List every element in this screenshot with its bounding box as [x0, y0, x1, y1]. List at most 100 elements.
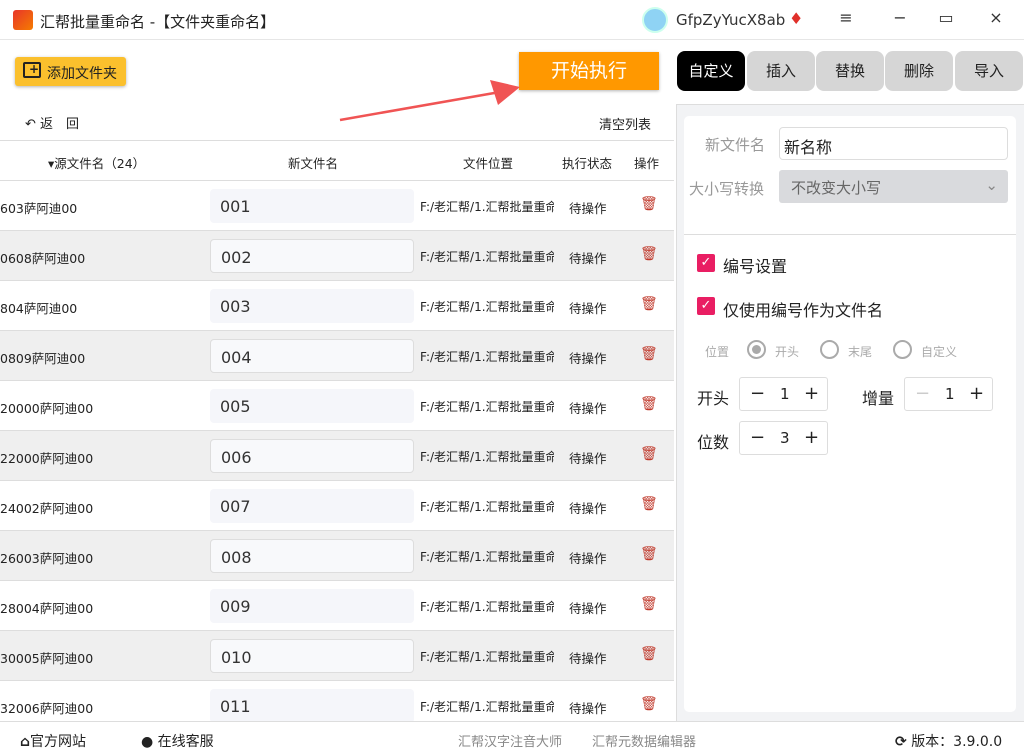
- divider: [684, 234, 1016, 235]
- radio-start[interactable]: [747, 340, 766, 359]
- maximize-button[interactable]: ▭: [934, 8, 958, 27]
- header-source[interactable]: ▾源文件名（24）: [48, 153, 145, 172]
- table-row[interactable]: 603萨阿迪00 001 F:/老汇帮/1.汇帮批量重命 待操作 🗑: [0, 181, 674, 231]
- new-name-field[interactable]: 011: [210, 689, 414, 721]
- app-logo-icon: [13, 10, 33, 30]
- source-name: 20000萨阿迪00: [0, 401, 94, 416]
- trash-icon[interactable]: 🗑: [640, 246, 658, 262]
- table-row[interactable]: 28004萨阿迪00 009 F:/老汇帮/1.汇帮批量重命 待操作 🗑: [0, 581, 674, 631]
- file-table: 603萨阿迪00 001 F:/老汇帮/1.汇帮批量重命 待操作 🗑 0608萨阿…: [0, 181, 674, 721]
- table-row[interactable]: 804萨阿迪00 003 F:/老汇帮/1.汇帮批量重命 待操作 🗑: [0, 281, 674, 331]
- status-text: 待操作: [569, 701, 607, 716]
- table-row[interactable]: 24002萨阿迪00 007 F:/老汇帮/1.汇帮批量重命 待操作 🗑: [0, 481, 674, 531]
- trash-icon[interactable]: 🗑: [640, 596, 658, 612]
- source-name: 0608萨阿迪00: [0, 251, 86, 266]
- plus-icon[interactable]: +: [804, 383, 819, 404]
- folder-add-icon: +: [23, 62, 41, 78]
- version-info[interactable]: ⟳ 版本：3.9.0.0: [895, 731, 1002, 751]
- new-name-field[interactable]: 003: [210, 289, 414, 323]
- trash-icon[interactable]: 🗑: [640, 696, 658, 712]
- status-text: 待操作: [569, 501, 607, 516]
- clear-list-button[interactable]: 清空列表: [599, 114, 651, 133]
- tab-replace[interactable]: 替换: [816, 51, 884, 91]
- plus-icon[interactable]: +: [969, 383, 984, 404]
- minus-icon[interactable]: −: [750, 383, 765, 404]
- add-folder-button[interactable]: + 添加文件夹: [15, 57, 126, 86]
- file-location: F:/老汇帮/1.汇帮批量重命: [420, 550, 554, 564]
- status-text: 待操作: [569, 651, 607, 666]
- trash-icon[interactable]: 🗑: [640, 546, 658, 562]
- new-name-field[interactable]: 006: [210, 439, 414, 473]
- radio-custom[interactable]: [893, 340, 912, 359]
- trash-icon[interactable]: 🗑: [640, 296, 658, 312]
- case-select[interactable]: 不改变大小写 ⌄: [779, 170, 1008, 203]
- new-name-field[interactable]: 002: [210, 239, 414, 273]
- trash-icon[interactable]: 🗑: [640, 196, 658, 212]
- table-row[interactable]: 30005萨阿迪00 010 F:/老汇帮/1.汇帮批量重命 待操作 🗑: [0, 631, 674, 681]
- metadata-app-link[interactable]: 汇帮元数据编辑器: [592, 731, 696, 750]
- only-number-checkbox[interactable]: ✓: [697, 297, 715, 315]
- trash-icon[interactable]: 🗑: [640, 446, 658, 462]
- file-location: F:/老汇帮/1.汇帮批量重命: [420, 300, 554, 314]
- start-stepper[interactable]: − 1 +: [739, 377, 828, 411]
- table-row[interactable]: 22000萨阿迪00 006 F:/老汇帮/1.汇帮批量重命 待操作 🗑: [0, 431, 674, 481]
- source-name: 0809萨阿迪00: [0, 351, 86, 366]
- radio-custom-label: 自定义: [921, 345, 958, 359]
- start-button[interactable]: 开始执行: [519, 52, 659, 90]
- plus-icon[interactable]: +: [804, 427, 819, 448]
- tab-insert[interactable]: 插入: [747, 51, 815, 91]
- trash-icon[interactable]: 🗑: [640, 496, 658, 512]
- new-name-field[interactable]: 010: [210, 639, 414, 673]
- close-button[interactable]: ×: [984, 8, 1008, 27]
- file-location: F:/老汇帮/1.汇帮批量重命: [420, 650, 554, 664]
- table-row[interactable]: 32006萨阿迪00 011 F:/老汇帮/1.汇帮批量重命 待操作 🗑: [0, 681, 674, 721]
- step-value[interactable]: 1: [945, 385, 955, 403]
- new-name-field[interactable]: 001: [210, 189, 414, 223]
- username[interactable]: GfpZyYucX8ab: [676, 11, 785, 29]
- table-row[interactable]: 0809萨阿迪00 004 F:/老汇帮/1.汇帮批量重命 待操作 🗑: [0, 331, 674, 381]
- digits-stepper[interactable]: − 3 +: [739, 421, 828, 455]
- tab-custom[interactable]: 自定义: [677, 51, 745, 91]
- website-link[interactable]: ⌂官方网站: [20, 731, 86, 751]
- numbering-checkbox[interactable]: ✓: [697, 254, 715, 272]
- new-name-field[interactable]: 004: [210, 339, 414, 373]
- status-text: 待操作: [569, 351, 607, 366]
- start-value[interactable]: 1: [780, 385, 790, 403]
- new-name-field[interactable]: 008: [210, 539, 414, 573]
- menu-button[interactable]: ≡: [834, 8, 858, 27]
- step-stepper[interactable]: − 1 +: [904, 377, 993, 411]
- trash-icon[interactable]: 🗑: [640, 396, 658, 412]
- tab-import[interactable]: 导入: [955, 51, 1023, 91]
- tab-delete[interactable]: 删除: [885, 51, 953, 91]
- diamond-icon[interactable]: ♦: [789, 9, 803, 28]
- new-name-field[interactable]: 005: [210, 389, 414, 423]
- radio-end[interactable]: [820, 340, 839, 359]
- footer: ⌂官方网站 ● 在线客服 汇帮汉字注音大师 汇帮元数据编辑器 ⟳ 版本：3.9.…: [0, 721, 1024, 755]
- minus-icon[interactable]: −: [750, 427, 765, 448]
- status-text: 待操作: [569, 401, 607, 416]
- status-text: 待操作: [569, 601, 607, 616]
- table-row[interactable]: 0608萨阿迪00 002 F:/老汇帮/1.汇帮批量重命 待操作 🗑: [0, 231, 674, 281]
- user-icon: ●: [141, 734, 154, 750]
- radio-start-label: 开头: [775, 345, 800, 359]
- new-name-field[interactable]: 007: [210, 489, 414, 523]
- trash-icon[interactable]: 🗑: [640, 646, 658, 662]
- minus-icon[interactable]: −: [915, 383, 930, 404]
- avatar[interactable]: [642, 7, 668, 33]
- website-label: 官方网站: [30, 734, 87, 750]
- file-location: F:/老汇帮/1.汇帮批量重命: [420, 250, 554, 264]
- table-row[interactable]: 26003萨阿迪00 008 F:/老汇帮/1.汇帮批量重命 待操作 🗑: [0, 531, 674, 581]
- only-number-label: 仅使用编号作为文件名: [723, 301, 884, 320]
- new-name-field[interactable]: 009: [210, 589, 414, 623]
- file-location: F:/老汇帮/1.汇帮批量重命: [420, 350, 554, 364]
- back-button[interactable]: ↶ 返 回: [25, 113, 79, 132]
- trash-icon[interactable]: 🗑: [640, 346, 658, 362]
- minimize-button[interactable]: −: [888, 8, 912, 27]
- undo-icon: ↶: [25, 117, 41, 132]
- support-link[interactable]: ● 在线客服: [141, 731, 214, 751]
- new-name-input[interactable]: 新名称: [779, 127, 1008, 160]
- header-new-name: 新文件名: [288, 156, 339, 171]
- pinyin-app-link[interactable]: 汇帮汉字注音大师: [458, 731, 562, 750]
- table-row[interactable]: 20000萨阿迪00 005 F:/老汇帮/1.汇帮批量重命 待操作 🗑: [0, 381, 674, 431]
- digits-value[interactable]: 3: [780, 429, 790, 447]
